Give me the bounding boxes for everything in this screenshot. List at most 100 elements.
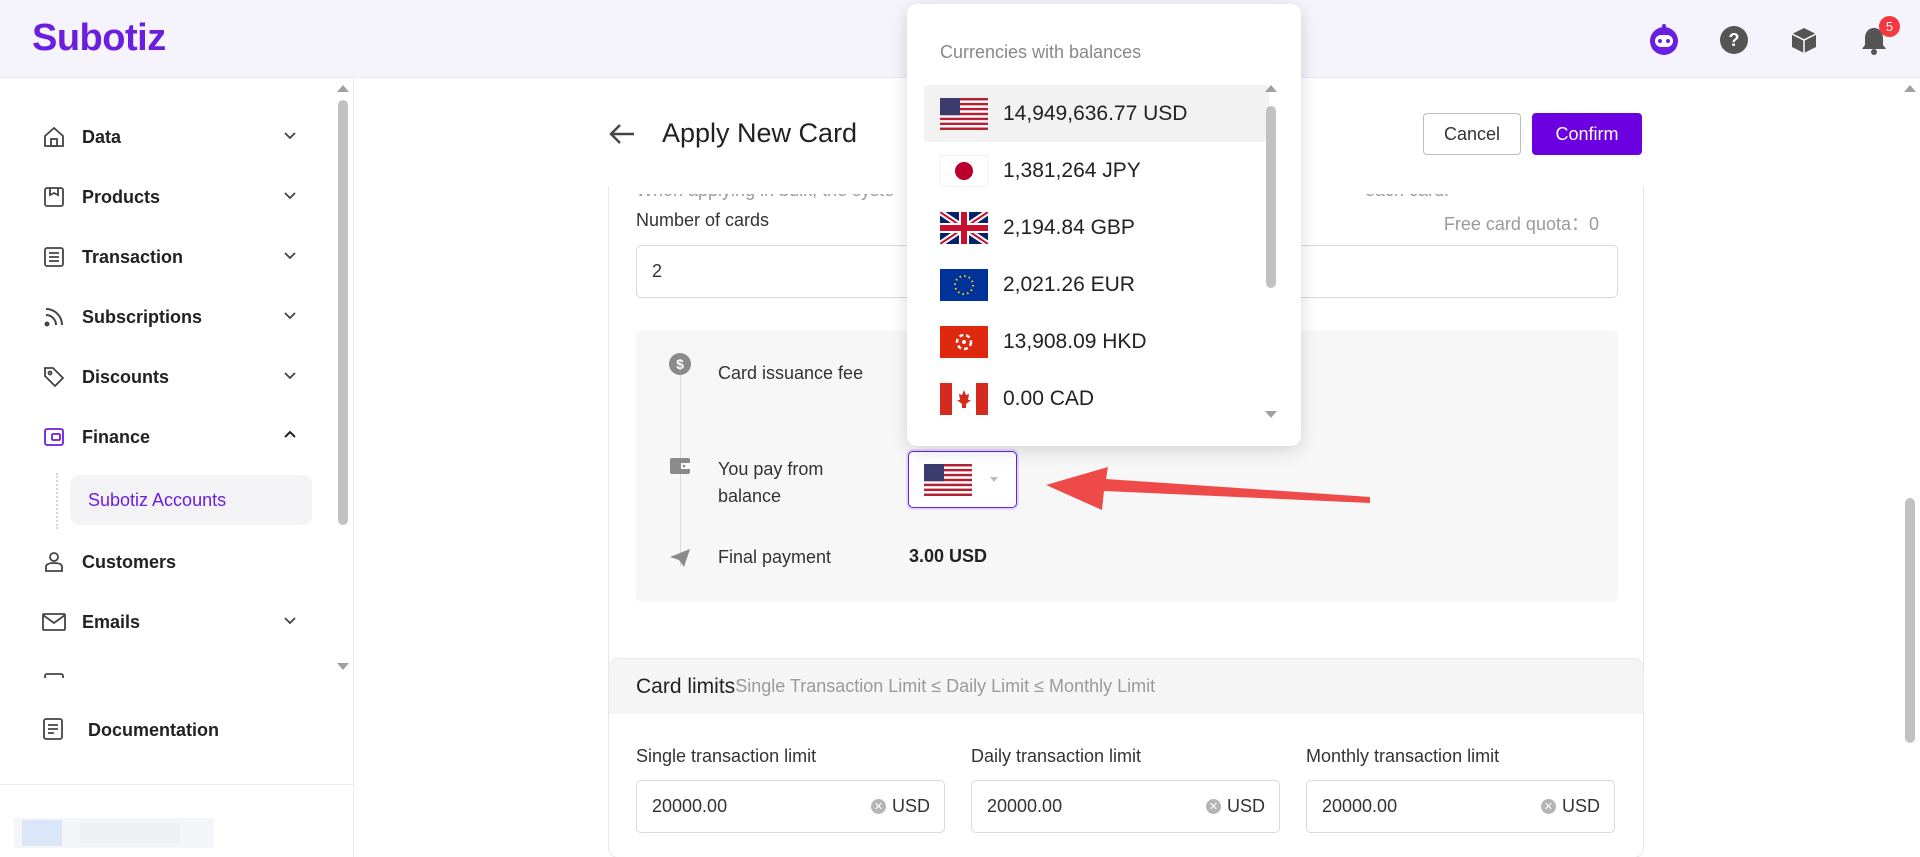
calendar-icon xyxy=(40,668,68,678)
currency-option-label: 14,949,636.77 USD xyxy=(1003,101,1188,125)
chevron-down-icon xyxy=(282,187,298,208)
scroll-up-arrow-icon[interactable] xyxy=(1900,82,1920,96)
notification-badge: 5 xyxy=(1879,16,1900,37)
sidebar-item-label: Finance xyxy=(82,426,151,447)
main-scrollbar[interactable] xyxy=(1900,78,1920,857)
clear-icon[interactable]: ✕ xyxy=(870,799,886,814)
rss-icon xyxy=(40,303,68,331)
ca-flag-icon xyxy=(940,382,988,415)
scroll-up-arrow-icon[interactable] xyxy=(333,82,353,96)
currency-option-hkd[interactable]: 13,908.09 HKD xyxy=(924,313,1269,370)
clear-icon[interactable]: ✕ xyxy=(1540,799,1556,814)
sidebar-item-partial[interactable] xyxy=(40,662,298,678)
unit-label: USD xyxy=(1561,796,1600,816)
sidebar-item-discounts[interactable]: Discounts xyxy=(40,357,298,397)
documentation-label: Documentation xyxy=(88,719,220,740)
currency-select[interactable] xyxy=(908,451,1017,508)
wallet-icon xyxy=(40,423,68,451)
sidebar-scroll-thumb[interactable] xyxy=(338,100,348,525)
monthly-limit-input[interactable]: 20000.00 ✕ USD xyxy=(1306,780,1615,833)
sidebar-subitem-subotiz-accounts[interactable]: Subotiz Accounts xyxy=(70,475,312,525)
scroll-down-arrow-icon[interactable] xyxy=(1261,408,1281,422)
eu-flag-icon xyxy=(940,268,988,301)
currency-option-label: 2,021.26 EUR xyxy=(1003,272,1135,296)
help-icon[interactable]: ? xyxy=(1716,22,1752,58)
monthly-limit-value: 20000.00 xyxy=(1322,796,1398,816)
top-icons: ? 5 xyxy=(1646,16,1900,58)
currency-option-eur[interactable]: 2,021.26 EUR xyxy=(924,256,1269,313)
currency-options: 14,949,636.77 USD 1,381,264 JPY 2,194.84… xyxy=(924,80,1274,432)
currency-option-cad[interactable]: 0.00 CAD xyxy=(924,370,1269,427)
dollar-coin-icon: $ xyxy=(668,352,692,376)
single-limit-label: Single transaction limit xyxy=(636,746,817,766)
single-limit-input[interactable]: 20000.00 ✕ USD xyxy=(636,780,945,833)
logo[interactable]: Subotiz xyxy=(32,17,166,60)
single-limit-value: 20000.00 xyxy=(652,796,728,816)
dropdown-title: Currencies with balances xyxy=(940,42,1142,62)
currency-option-label: 1,381,264 JPY xyxy=(1003,158,1141,182)
sidebar: Data Products Transaction Subscriptions … xyxy=(0,78,354,857)
sidebar-item-data[interactable]: Data xyxy=(40,117,298,157)
scroll-down-arrow-icon[interactable] xyxy=(333,660,353,674)
currency-option-gbp[interactable]: 2,194.84 GBP xyxy=(924,199,1269,256)
dropdown-scrollbar[interactable] xyxy=(1261,82,1281,426)
send-icon xyxy=(668,546,692,570)
sidebar-item-label: Data xyxy=(82,126,122,147)
tag-icon xyxy=(40,363,68,391)
dropdown-scroll-thumb[interactable] xyxy=(1266,106,1276,288)
final-payment-value: 3.00 USD xyxy=(909,546,988,566)
currency-option-label: 0.00 CAD xyxy=(1003,386,1095,410)
sidebar-item-subscriptions[interactable]: Subscriptions xyxy=(40,297,298,337)
main-scroll-thumb[interactable] xyxy=(1905,498,1915,743)
product-icon xyxy=(40,183,68,211)
account-avatar[interactable] xyxy=(14,818,214,848)
sidebar-item-emails[interactable]: Emails xyxy=(40,602,298,642)
chevron-down-icon xyxy=(282,247,298,268)
card-limits-header: Card limits Single Transaction Limit ≤ D… xyxy=(609,659,1643,714)
caret-down-icon xyxy=(990,477,998,482)
bulk-hint-end: each card. xyxy=(1365,180,1450,200)
wallet-icon xyxy=(668,454,692,478)
mail-icon xyxy=(40,608,68,636)
sidebar-item-documentation[interactable]: Documentation xyxy=(40,716,219,744)
unit-label: USD xyxy=(891,796,930,816)
us-flag-icon xyxy=(924,464,972,496)
cancel-button[interactable]: Cancel xyxy=(1423,113,1521,155)
currency-option-jpy[interactable]: 1,381,264 JPY xyxy=(924,142,1269,199)
svg-text:?: ? xyxy=(1729,30,1740,50)
hk-flag-icon xyxy=(940,325,988,358)
assistant-bot-icon[interactable] xyxy=(1646,22,1682,58)
sidebar-item-transaction[interactable]: Transaction xyxy=(40,237,298,277)
daily-limit-value: 20000.00 xyxy=(987,796,1063,816)
sidebar-item-products[interactable]: Products xyxy=(40,177,298,217)
chevron-down-icon xyxy=(282,612,298,633)
clear-icon[interactable]: ✕ xyxy=(1205,799,1221,814)
bulk-hint: When applying in bulk, the syste xyxy=(636,180,895,200)
sidebar-item-label: Products xyxy=(82,186,161,207)
sidebar-item-label: Emails xyxy=(82,611,141,632)
card-limits-section: Card limits Single Transaction Limit ≤ D… xyxy=(608,658,1644,857)
notification-bell-icon[interactable]: 5 xyxy=(1856,16,1900,58)
sidebar-scrollbar[interactable] xyxy=(333,78,353,678)
sidebar-item-label: Discounts xyxy=(82,366,170,387)
card-limits-subtitle: Single Transaction Limit ≤ Daily Limit ≤… xyxy=(735,676,1156,696)
back-arrow-icon[interactable] xyxy=(608,120,636,148)
svg-text:$: $ xyxy=(676,356,684,372)
pay-from-balance-label: You pay from balance xyxy=(718,459,824,506)
sidebar-item-finance[interactable]: Finance xyxy=(40,417,298,457)
document-icon xyxy=(40,716,68,744)
home-icon xyxy=(40,123,68,151)
package-icon[interactable] xyxy=(1786,22,1822,58)
free-card-quota: Free card quota：0 xyxy=(1443,214,1599,234)
confirm-button[interactable]: Confirm xyxy=(1532,113,1642,155)
user-icon xyxy=(40,548,68,576)
currency-option-label: 13,908.09 HKD xyxy=(1003,329,1147,353)
sidebar-item-label: Customers xyxy=(82,551,177,572)
scroll-up-arrow-icon[interactable] xyxy=(1261,82,1281,96)
jp-flag-icon xyxy=(940,154,988,187)
daily-limit-input[interactable]: 20000.00 ✕ USD xyxy=(971,780,1280,833)
daily-limit-label: Daily transaction limit xyxy=(971,746,1142,766)
currency-option-usd[interactable]: 14,949,636.77 USD xyxy=(924,85,1269,142)
currency-dropdown: Currencies with balances 14,949,636.77 U… xyxy=(907,4,1301,446)
sidebar-item-customers[interactable]: Customers xyxy=(40,542,298,582)
